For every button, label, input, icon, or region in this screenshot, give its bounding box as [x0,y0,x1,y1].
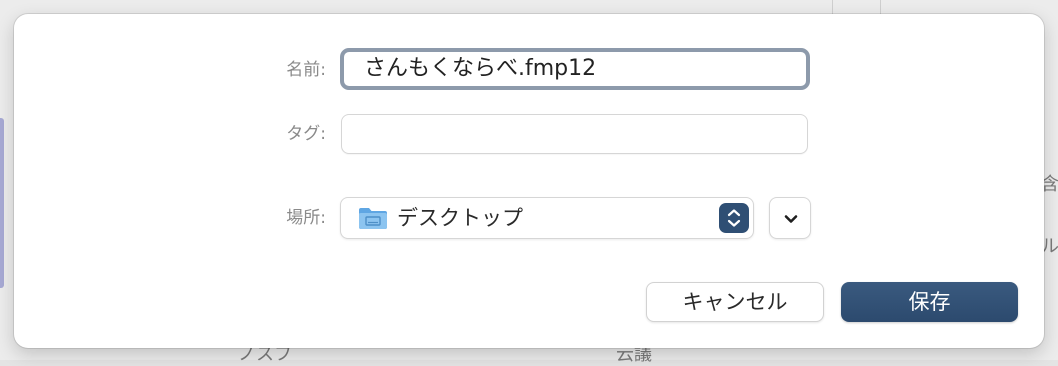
filename-input[interactable]: さんもくならべ.fmp12 [340,48,810,90]
background-divider [832,0,833,14]
up-down-chevron-icon[interactable] [719,203,749,233]
tag-label: タグ: [286,124,326,144]
save-button[interactable]: 保存 [841,282,1018,322]
filename-value: さんもくならべ.fmp12 [364,56,597,81]
name-label: 名前: [286,60,326,80]
background-divider [880,0,881,14]
save-dialog: 名前: さんもくならべ.fmp12 タグ: 場所: デスクトップ キャンセル 保… [14,14,1044,348]
cancel-button[interactable]: キャンセル [646,282,824,322]
tags-input[interactable] [341,114,808,154]
location-popup[interactable]: デスクトップ [340,197,754,239]
folder-icon [359,208,387,229]
chevron-down-icon [784,215,798,223]
location-value: デスクトップ [397,206,523,230]
background-selection-accent [0,118,4,288]
location-label: 場所: [286,208,326,228]
expand-dialog-button[interactable] [769,197,811,239]
